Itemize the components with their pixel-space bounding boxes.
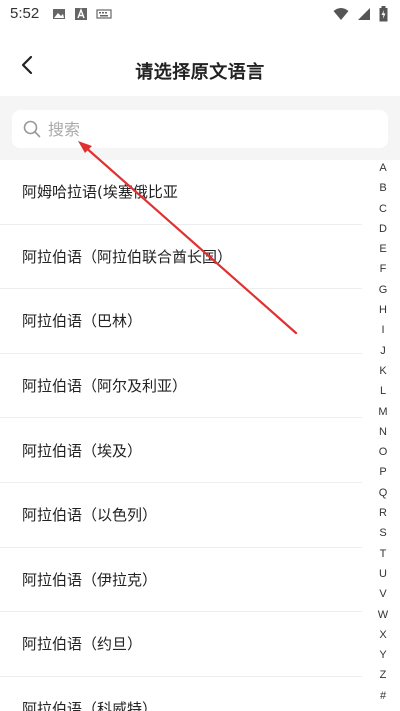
index-letter-c[interactable]: C (379, 203, 387, 215)
index-letter-q[interactable]: Q (379, 487, 388, 499)
battery-charging-icon (379, 6, 388, 22)
language-list: 阿姆哈拉语(埃塞俄比亚 阿拉伯语（阿拉伯联合酋长国） 阿拉伯语（巴林） 阿拉伯语… (0, 160, 362, 711)
index-letter-u[interactable]: U (379, 568, 387, 580)
index-letter-i[interactable]: I (381, 324, 384, 336)
status-icons-left (52, 7, 112, 21)
index-letter-z[interactable]: Z (380, 669, 387, 681)
list-item[interactable]: 阿姆哈拉语(埃塞俄比亚 (0, 160, 362, 225)
search-area (0, 96, 400, 160)
index-letter-d[interactable]: D (379, 223, 387, 235)
index-letter-h[interactable]: H (379, 304, 387, 316)
list-item[interactable]: 阿拉伯语（埃及） (0, 418, 362, 483)
search-box[interactable] (12, 110, 388, 148)
language-label: 阿姆哈拉语(埃塞俄比亚 (22, 183, 178, 202)
index-letter-b[interactable]: B (379, 182, 386, 194)
language-label: 阿拉伯语（科威特） (22, 700, 158, 711)
keyboard-icon (96, 9, 112, 19)
text-a-icon (75, 8, 87, 20)
header: 请选择原文语言 (0, 30, 400, 96)
language-label: 阿拉伯语（约旦） (22, 635, 143, 654)
page-title: 请选择原文语言 (135, 62, 265, 83)
status-icons-right (333, 6, 388, 22)
index-letter-hash[interactable]: # (380, 690, 386, 702)
index-letter-w[interactable]: W (378, 609, 388, 621)
list-item[interactable]: 阿拉伯语（阿尔及利亚） (0, 354, 362, 419)
language-label: 阿拉伯语（以色列） (22, 506, 158, 525)
index-letter-j[interactable]: J (380, 345, 386, 357)
index-letter-p[interactable]: P (379, 466, 386, 478)
language-label: 阿拉伯语（埃及） (22, 441, 143, 460)
signal-icon (358, 8, 370, 20)
list-item[interactable]: 阿拉伯语（伊拉克） (0, 548, 362, 613)
index-letter-k[interactable]: K (379, 365, 386, 377)
index-letter-g[interactable]: G (379, 284, 388, 296)
list-item[interactable]: 阿拉伯语（巴林） (0, 289, 362, 354)
image-icon (53, 9, 65, 19)
list-item[interactable]: 阿拉伯语（以色列） (0, 483, 362, 548)
index-letter-y[interactable]: Y (379, 649, 386, 661)
index-letter-r[interactable]: R (379, 507, 387, 519)
index-letter-v[interactable]: V (379, 588, 386, 600)
search-icon (22, 119, 42, 139)
index-letter-n[interactable]: N (379, 426, 387, 438)
index-letter-a[interactable]: A (379, 162, 386, 174)
status-bar: 5:52 (0, 0, 400, 30)
list-item[interactable]: 阿拉伯语（科威特） (0, 677, 362, 711)
language-label: 阿拉伯语（阿拉伯联合酋长国） (22, 247, 233, 266)
language-label: 阿拉伯语（阿尔及利亚） (22, 377, 188, 396)
list-item[interactable]: 阿拉伯语（约旦） (0, 612, 362, 677)
list-item[interactable]: 阿拉伯语（阿拉伯联合酋长国） (0, 225, 362, 290)
index-letter-e[interactable]: E (379, 243, 386, 255)
wifi-icon (333, 8, 349, 20)
index-letter-s[interactable]: S (379, 527, 386, 539)
index-letter-f[interactable]: F (380, 263, 387, 275)
index-letter-o[interactable]: O (379, 446, 388, 458)
language-label: 阿拉伯语（伊拉克） (22, 570, 158, 589)
search-input[interactable] (48, 111, 368, 147)
index-letter-x[interactable]: X (379, 629, 386, 641)
status-time: 5:52 (10, 5, 40, 22)
index-letter-l[interactable]: L (380, 385, 386, 397)
index-letter-m[interactable]: M (378, 406, 387, 418)
index-letter-t[interactable]: T (380, 548, 387, 560)
alphabet-index[interactable]: A B C D E F G H I J K L M N O P Q R S T … (366, 162, 400, 702)
language-label: 阿拉伯语（巴林） (22, 312, 143, 331)
